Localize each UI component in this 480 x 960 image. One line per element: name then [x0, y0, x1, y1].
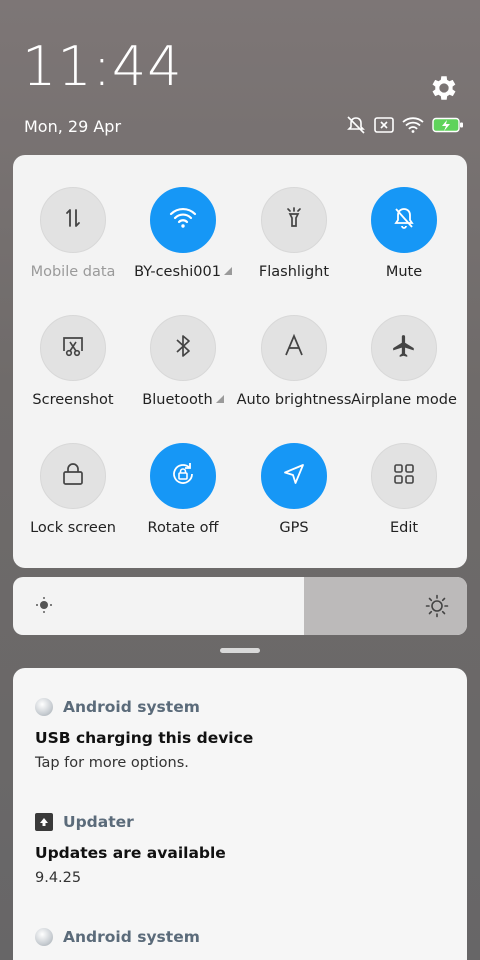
gps-toggle[interactable] [261, 443, 327, 509]
airplane-icon [391, 333, 417, 363]
tile-label: Edit [389, 520, 419, 536]
tile-label: Mobile data [30, 264, 116, 280]
brightness-slider[interactable] [13, 577, 467, 635]
tile-mute[interactable]: Mute [344, 187, 464, 307]
brightness-low-icon [35, 596, 53, 618]
tile-label: Mute [385, 264, 423, 280]
notification-app-name: Android system [63, 698, 200, 716]
notification-item[interactable]: Android system [35, 928, 455, 946]
quick-settings-panel: Mobile data BY-ceshi001 Flashlight Mute [13, 155, 467, 568]
tile-screenshot[interactable]: Screenshot [13, 315, 133, 435]
sim-off-icon [374, 117, 394, 133]
tile-label: BY-ceshi001 [123, 264, 243, 280]
updater-icon [35, 813, 53, 831]
grid-icon [392, 462, 416, 490]
tile-gps[interactable]: GPS [234, 443, 354, 563]
tile-label: Bluetooth [123, 392, 243, 408]
notification-app-name: Android system [63, 928, 200, 946]
tile-label: Lock screen [30, 520, 116, 536]
silent-off-icon [346, 116, 366, 134]
notification-app: Android system [35, 698, 455, 716]
notification-app: Updater [35, 813, 455, 831]
tile-label: Auto brightness [236, 392, 352, 408]
tile-flashlight[interactable]: Flashlight [234, 187, 354, 307]
date: Mon, 29 Apr [24, 117, 122, 136]
lock-screen-button[interactable] [40, 443, 106, 509]
lock-icon [61, 461, 85, 491]
tile-bluetooth[interactable]: Bluetooth [123, 315, 243, 435]
wifi-icon [169, 207, 197, 233]
flashlight-toggle[interactable] [261, 187, 327, 253]
edit-button[interactable] [371, 443, 437, 509]
tile-lock-screen[interactable]: Lock screen [13, 443, 133, 563]
notification-title: Updates are available [35, 844, 226, 862]
notification-list: Android system USB charging this device … [13, 668, 467, 960]
wifi-toggle[interactable] [150, 187, 216, 253]
wifi-network-name: BY-ceshi001 [134, 264, 221, 280]
tile-rotate[interactable]: Rotate off [123, 443, 243, 563]
flashlight-icon [282, 206, 306, 234]
tile-mobile-data[interactable]: Mobile data [13, 187, 133, 307]
rotate-lock-icon [169, 460, 197, 492]
mobile-data-toggle[interactable] [40, 187, 106, 253]
status-area: 11:44 Mon, 29 Apr [0, 0, 480, 150]
auto-brightness-toggle[interactable] [261, 315, 327, 381]
tile-label: GPS [279, 520, 309, 536]
clock: 11:44 [22, 35, 183, 98]
tile-label: Rotate off [147, 520, 219, 536]
gps-icon [281, 461, 307, 491]
brightness-high-icon [425, 594, 449, 622]
android-system-icon [35, 698, 53, 716]
notification-text: 9.4.25 [35, 870, 82, 886]
notification-item[interactable]: Updater Updates are available 9.4.25 [35, 813, 455, 886]
notification-app: Android system [35, 928, 455, 946]
signal-triangle-icon [215, 395, 224, 403]
android-system-icon [35, 928, 53, 946]
drag-handle[interactable] [220, 648, 260, 653]
tile-edit[interactable]: Edit [344, 443, 464, 563]
tile-auto-brightness[interactable]: Auto brightness [234, 315, 354, 435]
airplane-mode-toggle[interactable] [371, 315, 437, 381]
battery-charging-icon [432, 117, 464, 133]
bluetooth-icon [172, 333, 194, 363]
settings-gear-icon[interactable] [428, 72, 460, 104]
notification-item[interactable]: Android system USB charging this device … [35, 698, 455, 771]
notification-text: Tap for more options. [35, 755, 189, 771]
wifi-icon [402, 117, 424, 133]
rotate-toggle[interactable] [150, 443, 216, 509]
mobile-data-icon [61, 206, 85, 234]
notification-app-name: Updater [63, 813, 134, 831]
signal-triangle-icon [223, 267, 232, 275]
system-icons [346, 116, 464, 134]
screenshot-button[interactable] [40, 315, 106, 381]
notification-title: USB charging this device [35, 729, 254, 747]
tile-airplane-mode[interactable]: Airplane mode [344, 315, 464, 435]
mute-icon [391, 205, 417, 235]
mute-toggle[interactable] [371, 187, 437, 253]
tile-label: Flashlight [258, 264, 330, 280]
tile-label: Airplane mode [351, 392, 457, 408]
tile-label: Screenshot [32, 392, 114, 408]
tile-wifi[interactable]: BY-ceshi001 [123, 187, 243, 307]
screenshot-icon [60, 333, 86, 363]
bluetooth-label: Bluetooth [142, 392, 213, 408]
auto-brightness-icon [281, 333, 307, 363]
bluetooth-toggle[interactable] [150, 315, 216, 381]
